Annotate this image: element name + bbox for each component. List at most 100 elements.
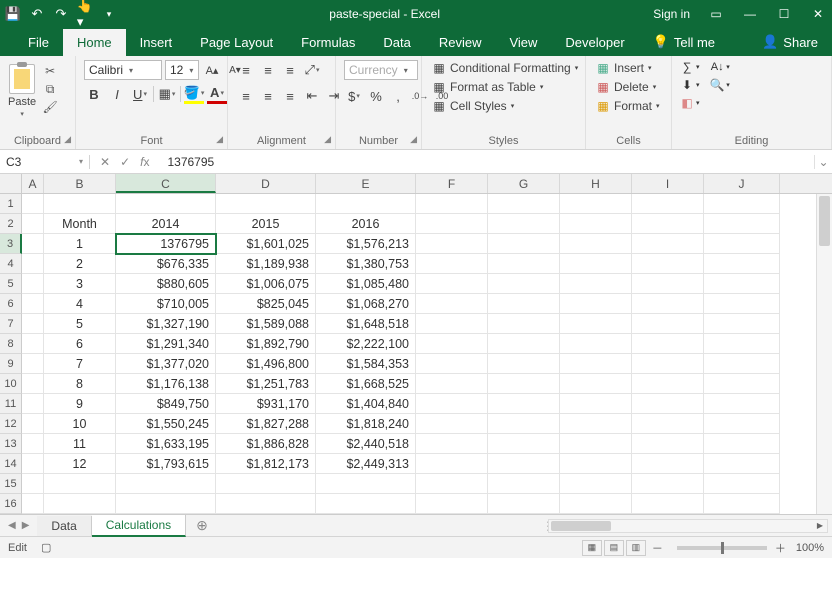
minimize-icon[interactable]: — [742,7,758,21]
cell[interactable]: $1,633,195 [116,434,216,454]
increase-font-icon[interactable]: A▴ [202,60,222,80]
cell[interactable] [632,374,704,394]
touch-mode-icon[interactable]: 👆▾ [78,7,92,21]
fill-color-icon[interactable]: 🪣 [184,84,204,104]
cell[interactable] [316,474,416,494]
column-header[interactable]: A [22,174,44,193]
decrease-indent-icon[interactable]: ⇤ [302,86,322,106]
cell[interactable] [704,214,780,234]
horizontal-scrollbar[interactable]: ◀ ▶ [548,519,828,533]
page-layout-view-icon[interactable]: ▤ [604,540,624,556]
row-header[interactable]: 14 [0,454,22,474]
cell[interactable]: 1376795 [116,234,216,254]
column-header[interactable]: G [488,174,560,193]
cell[interactable] [488,274,560,294]
cell[interactable] [216,194,316,214]
row-header[interactable]: 11 [0,394,22,414]
cell[interactable]: $1,404,840 [316,394,416,414]
comma-icon[interactable]: , [388,86,408,106]
cell[interactable] [22,454,44,474]
cell[interactable] [704,194,780,214]
cell[interactable]: $1,380,753 [316,254,416,274]
find-select-icon[interactable]: 🔍 [710,78,724,92]
cell[interactable]: $2,440,518 [316,434,416,454]
page-break-view-icon[interactable]: ▥ [626,540,646,556]
cell[interactable] [488,374,560,394]
cell[interactable] [416,254,488,274]
cell[interactable]: 10 [44,414,116,434]
cell[interactable] [488,434,560,454]
column-header[interactable]: B [44,174,116,193]
cell[interactable] [560,254,632,274]
cell[interactable]: $1,793,615 [116,454,216,474]
row-header[interactable]: 4 [0,254,22,274]
cell[interactable] [560,294,632,314]
cell[interactable] [488,294,560,314]
sheet-nav-prev-icon[interactable]: ◀ [8,520,16,531]
normal-view-icon[interactable]: ▦ [582,540,602,556]
cell[interactable] [560,434,632,454]
name-box[interactable]: C3▾ [0,155,90,169]
row-header[interactable]: 6 [0,294,22,314]
cell[interactable] [704,354,780,374]
format-as-table-button[interactable]: ▦Format as Table▾ [430,79,545,95]
fx-icon[interactable]: fx [140,155,149,169]
cell[interactable] [488,494,560,514]
cell[interactable] [488,474,560,494]
save-icon[interactable]: 💾 [6,7,20,21]
cell[interactable]: $1,550,245 [116,414,216,434]
orientation-icon[interactable]: ⤢ [302,60,322,80]
maximize-icon[interactable]: ☐ [776,7,792,21]
cell[interactable] [632,394,704,414]
cell[interactable] [416,434,488,454]
column-header[interactable]: J [704,174,780,193]
align-right-icon[interactable]: ≡ [280,86,300,106]
sheet-tab-calculations[interactable]: Calculations [92,515,186,537]
underline-icon[interactable]: U [130,84,150,104]
cell[interactable] [416,314,488,334]
align-bottom-icon[interactable]: ≡ [280,60,300,80]
cell[interactable]: $2,449,313 [316,454,416,474]
column-header[interactable]: C [116,174,216,193]
cell[interactable] [560,354,632,374]
cell[interactable] [416,374,488,394]
row-header[interactable]: 2 [0,214,22,234]
cell[interactable] [560,414,632,434]
cell[interactable] [704,274,780,294]
align-center-icon[interactable]: ≡ [258,86,278,106]
add-sheet-button[interactable]: ⊕ [186,517,218,534]
column-header[interactable]: D [216,174,316,193]
formula-input[interactable]: 1376795 [159,155,814,169]
row-header[interactable]: 13 [0,434,22,454]
row-header[interactable]: 1 [0,194,22,214]
cell[interactable] [488,214,560,234]
font-color-icon[interactable]: A [207,84,227,104]
cell[interactable] [488,234,560,254]
cell[interactable]: $1,812,173 [216,454,316,474]
cell[interactable] [22,414,44,434]
delete-cells-button[interactable]: ▦Delete▾ [594,79,658,95]
cell[interactable] [560,474,632,494]
tab-tell-me[interactable]: 💡Tell me [639,28,729,56]
tab-developer[interactable]: Developer [551,29,638,56]
cell[interactable] [632,234,704,254]
cell[interactable]: $676,335 [116,254,216,274]
cell[interactable]: 8 [44,374,116,394]
cell[interactable] [488,414,560,434]
tab-file[interactable]: File [14,29,63,56]
cell[interactable] [704,254,780,274]
cell[interactable] [704,314,780,334]
cell[interactable] [632,274,704,294]
zoom-slider[interactable] [677,546,767,550]
insert-cells-button[interactable]: ▦Insert▾ [594,60,654,76]
tab-page-layout[interactable]: Page Layout [186,29,287,56]
tab-formulas[interactable]: Formulas [287,29,369,56]
select-all-triangle[interactable] [0,174,22,193]
font-name-combo[interactable]: Calibri▾ [84,60,162,80]
cell[interactable] [22,214,44,234]
cell[interactable] [560,194,632,214]
cell[interactable] [560,214,632,234]
cell[interactable] [488,254,560,274]
ribbon-options-icon[interactable]: ▭ [708,7,724,21]
cell-styles-button[interactable]: ▦Cell Styles▾ [430,98,516,114]
